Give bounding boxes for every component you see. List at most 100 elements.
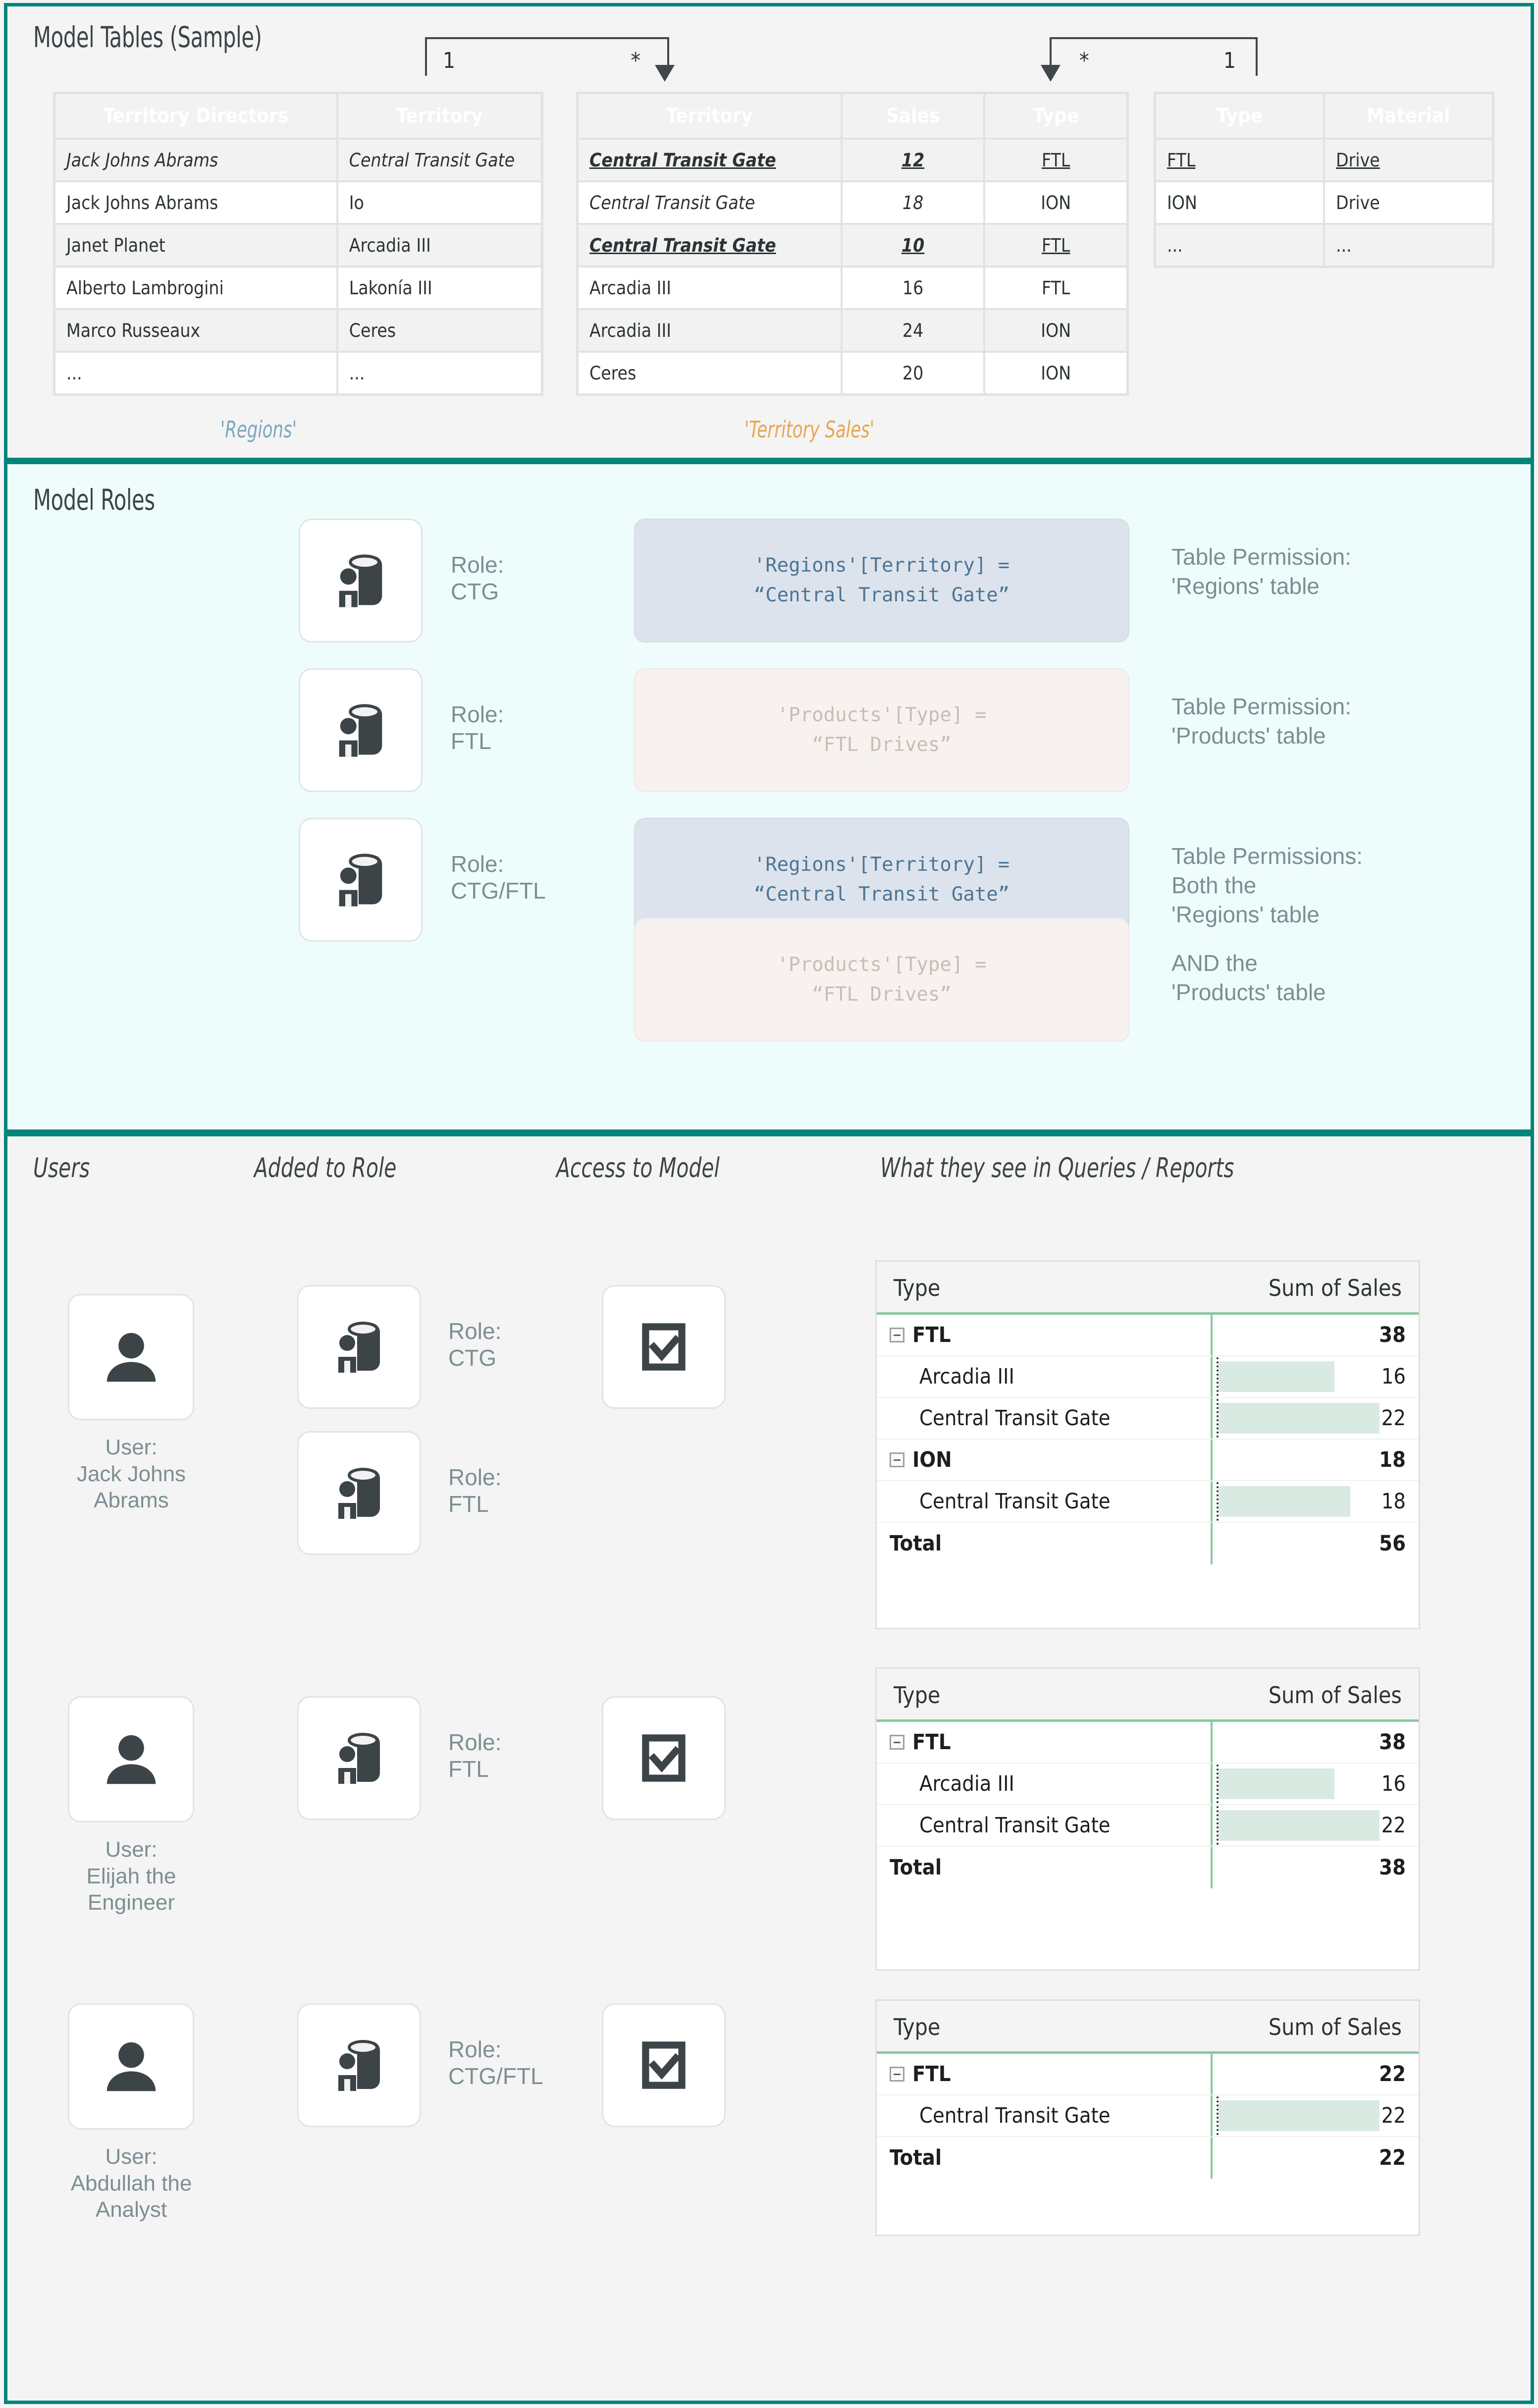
data-bar bbox=[1219, 2100, 1379, 2131]
role-label-block-2: Role: CTG/FTL bbox=[451, 851, 546, 905]
expander-icon[interactable] bbox=[890, 1328, 904, 1342]
access-to-model-checkbox-1[interactable] bbox=[602, 1696, 726, 1820]
access-to-model-checkbox-2[interactable] bbox=[602, 2003, 726, 2127]
pivot-row-label-cell: Total bbox=[877, 1523, 1213, 1564]
regions-cell-director: Alberto Lambrogini bbox=[54, 267, 337, 309]
table-header-row: Territory Sales Type bbox=[578, 93, 1127, 139]
regions-cell-territory: Ceres bbox=[337, 309, 542, 352]
cardinality-one-right: 1 bbox=[1223, 48, 1236, 73]
table-row: FTL Drive bbox=[1155, 139, 1493, 181]
table-permission-0: Table Permission:'Regions' table bbox=[1171, 542, 1351, 601]
user-role-label-0-0: Role: CTG bbox=[448, 1318, 501, 1372]
regions-cell-territory: Io bbox=[337, 181, 542, 224]
products-table: Type Material FTL Drive ION Drive ... ..… bbox=[1154, 92, 1494, 268]
avatar-card-0[interactable] bbox=[68, 1294, 194, 1420]
arrow-down-icon bbox=[655, 65, 675, 82]
permission-line: 'Regions' table bbox=[1171, 900, 1363, 929]
permission-line: AND the bbox=[1171, 949, 1326, 978]
model-tables-section: Model Tables (Sample) 1 * * 1 Territory … bbox=[4, 3, 1534, 461]
pivot-row-label: FTL bbox=[912, 1323, 951, 1347]
col-territory-directors: Territory Directors bbox=[54, 93, 337, 139]
sales-cell-type: FTL bbox=[984, 267, 1127, 309]
pivot-row-value-cell: 38 bbox=[1213, 1315, 1419, 1355]
pivot-col-type: Type bbox=[894, 1275, 940, 1301]
pivot-header: Type Sum of Sales bbox=[877, 1262, 1419, 1312]
regions-cell-territory: Lakonía III bbox=[337, 267, 542, 309]
role-name: CTG/FTL bbox=[451, 877, 546, 904]
user-prefix: User: bbox=[57, 1434, 206, 1461]
role-name: CTG bbox=[451, 578, 504, 605]
pivot-row-value-cell: 22 bbox=[1213, 2137, 1419, 2179]
pivot-row: ION 18 bbox=[877, 1440, 1419, 1481]
role-label-block-1: Role: FTL bbox=[451, 701, 504, 755]
role-icon-card-1[interactable] bbox=[299, 668, 423, 792]
model-roles-title: Model Roles bbox=[33, 483, 155, 517]
pivot-row-value-cell: 38 bbox=[1213, 1722, 1419, 1763]
user-role-card-1-0[interactable] bbox=[297, 1696, 421, 1820]
pivot-row-value-cell: 16 bbox=[1213, 1764, 1419, 1804]
pivot-row: Arcadia III 16 bbox=[877, 1356, 1419, 1398]
table-row: Alberto Lambrogini Lakonía III bbox=[54, 267, 542, 309]
role-label: Role: bbox=[448, 2036, 543, 2063]
products-cell-type: ION bbox=[1155, 181, 1324, 224]
pivot-row-label: Central Transit Gate bbox=[919, 1489, 1111, 1514]
model-roles-section: Model Roles Role: CTG 'Regions'[Territor… bbox=[4, 461, 1534, 1133]
regions-cell-territory: Central Transit Gate bbox=[337, 139, 542, 181]
column-header-what-they-see: What they see in Queries / Reports bbox=[880, 1152, 1234, 1183]
relationship-regions-to-sales: 1 * bbox=[425, 37, 669, 92]
access-to-model-checkbox-0[interactable] bbox=[602, 1285, 726, 1409]
arrow-down-icon-2 bbox=[1041, 65, 1061, 82]
role-name: CTG/FTL bbox=[448, 2063, 543, 2089]
permission-line: Both the bbox=[1171, 871, 1363, 900]
territory-sales-table: Territory Sales Type Central Transit Gat… bbox=[576, 92, 1129, 396]
avatar-card-1[interactable] bbox=[68, 1696, 194, 1822]
user-prefix: User: bbox=[57, 2143, 206, 2170]
pivot-row-label: Total bbox=[890, 2145, 942, 2170]
pivot-row-label: Arcadia III bbox=[919, 1771, 1014, 1796]
pivot-row: Central Transit Gate 22 bbox=[877, 1398, 1419, 1440]
user-role-label-2-0: Role: CTG/FTL bbox=[448, 2036, 543, 2090]
table-permission-2: Table Permissions:Both the'Regions' tabl… bbox=[1171, 842, 1363, 929]
user-role-card-2-0[interactable] bbox=[297, 2003, 421, 2127]
dax-line-1: 'Products'[Type] = bbox=[777, 950, 987, 980]
role-label: Role: bbox=[448, 1318, 501, 1344]
pivot-row-value-cell: 22 bbox=[1213, 1398, 1419, 1439]
data-bar bbox=[1219, 1403, 1379, 1434]
role-name: FTL bbox=[451, 728, 504, 754]
regions-cell-director: Jack Johns Abrams bbox=[54, 139, 337, 181]
expander-icon[interactable] bbox=[890, 2067, 904, 2082]
products-cell-type: ... bbox=[1155, 224, 1324, 267]
pivot-header: Type Sum of Sales bbox=[877, 2001, 1419, 2051]
security-role-icon bbox=[327, 1726, 391, 1790]
user-name-block-0: User: Jack Johns Abrams bbox=[57, 1434, 206, 1514]
expander-icon[interactable] bbox=[890, 1452, 904, 1467]
expander-icon[interactable] bbox=[890, 1735, 904, 1750]
data-bar bbox=[1219, 1768, 1334, 1799]
avatar-card-2[interactable] bbox=[68, 2003, 194, 2130]
leader-line bbox=[1217, 1399, 1219, 1438]
table-row: Arcadia III 16 FTL bbox=[578, 267, 1127, 309]
user-name: Jack Johns Abrams bbox=[57, 1461, 206, 1514]
role-label: Role: bbox=[451, 701, 504, 728]
pivot-row-label-cell: FTL bbox=[877, 1315, 1213, 1355]
user-role-card-0-1[interactable] bbox=[297, 1431, 421, 1555]
table-row: Central Transit Gate 12 FTL bbox=[578, 139, 1127, 181]
role-icon-card-0[interactable] bbox=[299, 519, 423, 642]
dax-line-1: 'Products'[Type] = bbox=[777, 700, 987, 730]
pivot-row-value-cell: 18 bbox=[1213, 1481, 1419, 1522]
role-icon-card-2[interactable] bbox=[299, 818, 423, 942]
pivot-row-value: 16 bbox=[1381, 1364, 1406, 1389]
user-prefix: User: bbox=[57, 1836, 206, 1863]
relationship-products-to-sales: * 1 bbox=[1050, 37, 1258, 92]
report-abdullah-the-analyst: Type Sum of Sales FTL 22 bbox=[875, 1999, 1420, 2236]
user-name-block-2: User: Abdullah the Analyst bbox=[57, 2143, 206, 2223]
pivot-row-label-cell: ION bbox=[877, 1440, 1213, 1480]
sales-cell-type: ION bbox=[984, 181, 1127, 224]
pivot-row-label: ION bbox=[912, 1447, 952, 1472]
sales-cell-sales: 16 bbox=[842, 267, 985, 309]
regions-table: Territory Directors Territory Jack Johns… bbox=[53, 92, 543, 396]
sales-cell-territory: Arcadia III bbox=[578, 309, 842, 352]
user-role-card-0-0[interactable] bbox=[297, 1285, 421, 1409]
table-row: Janet Planet Arcadia III bbox=[54, 224, 542, 267]
pivot-row: Total 22 bbox=[877, 2137, 1419, 2179]
